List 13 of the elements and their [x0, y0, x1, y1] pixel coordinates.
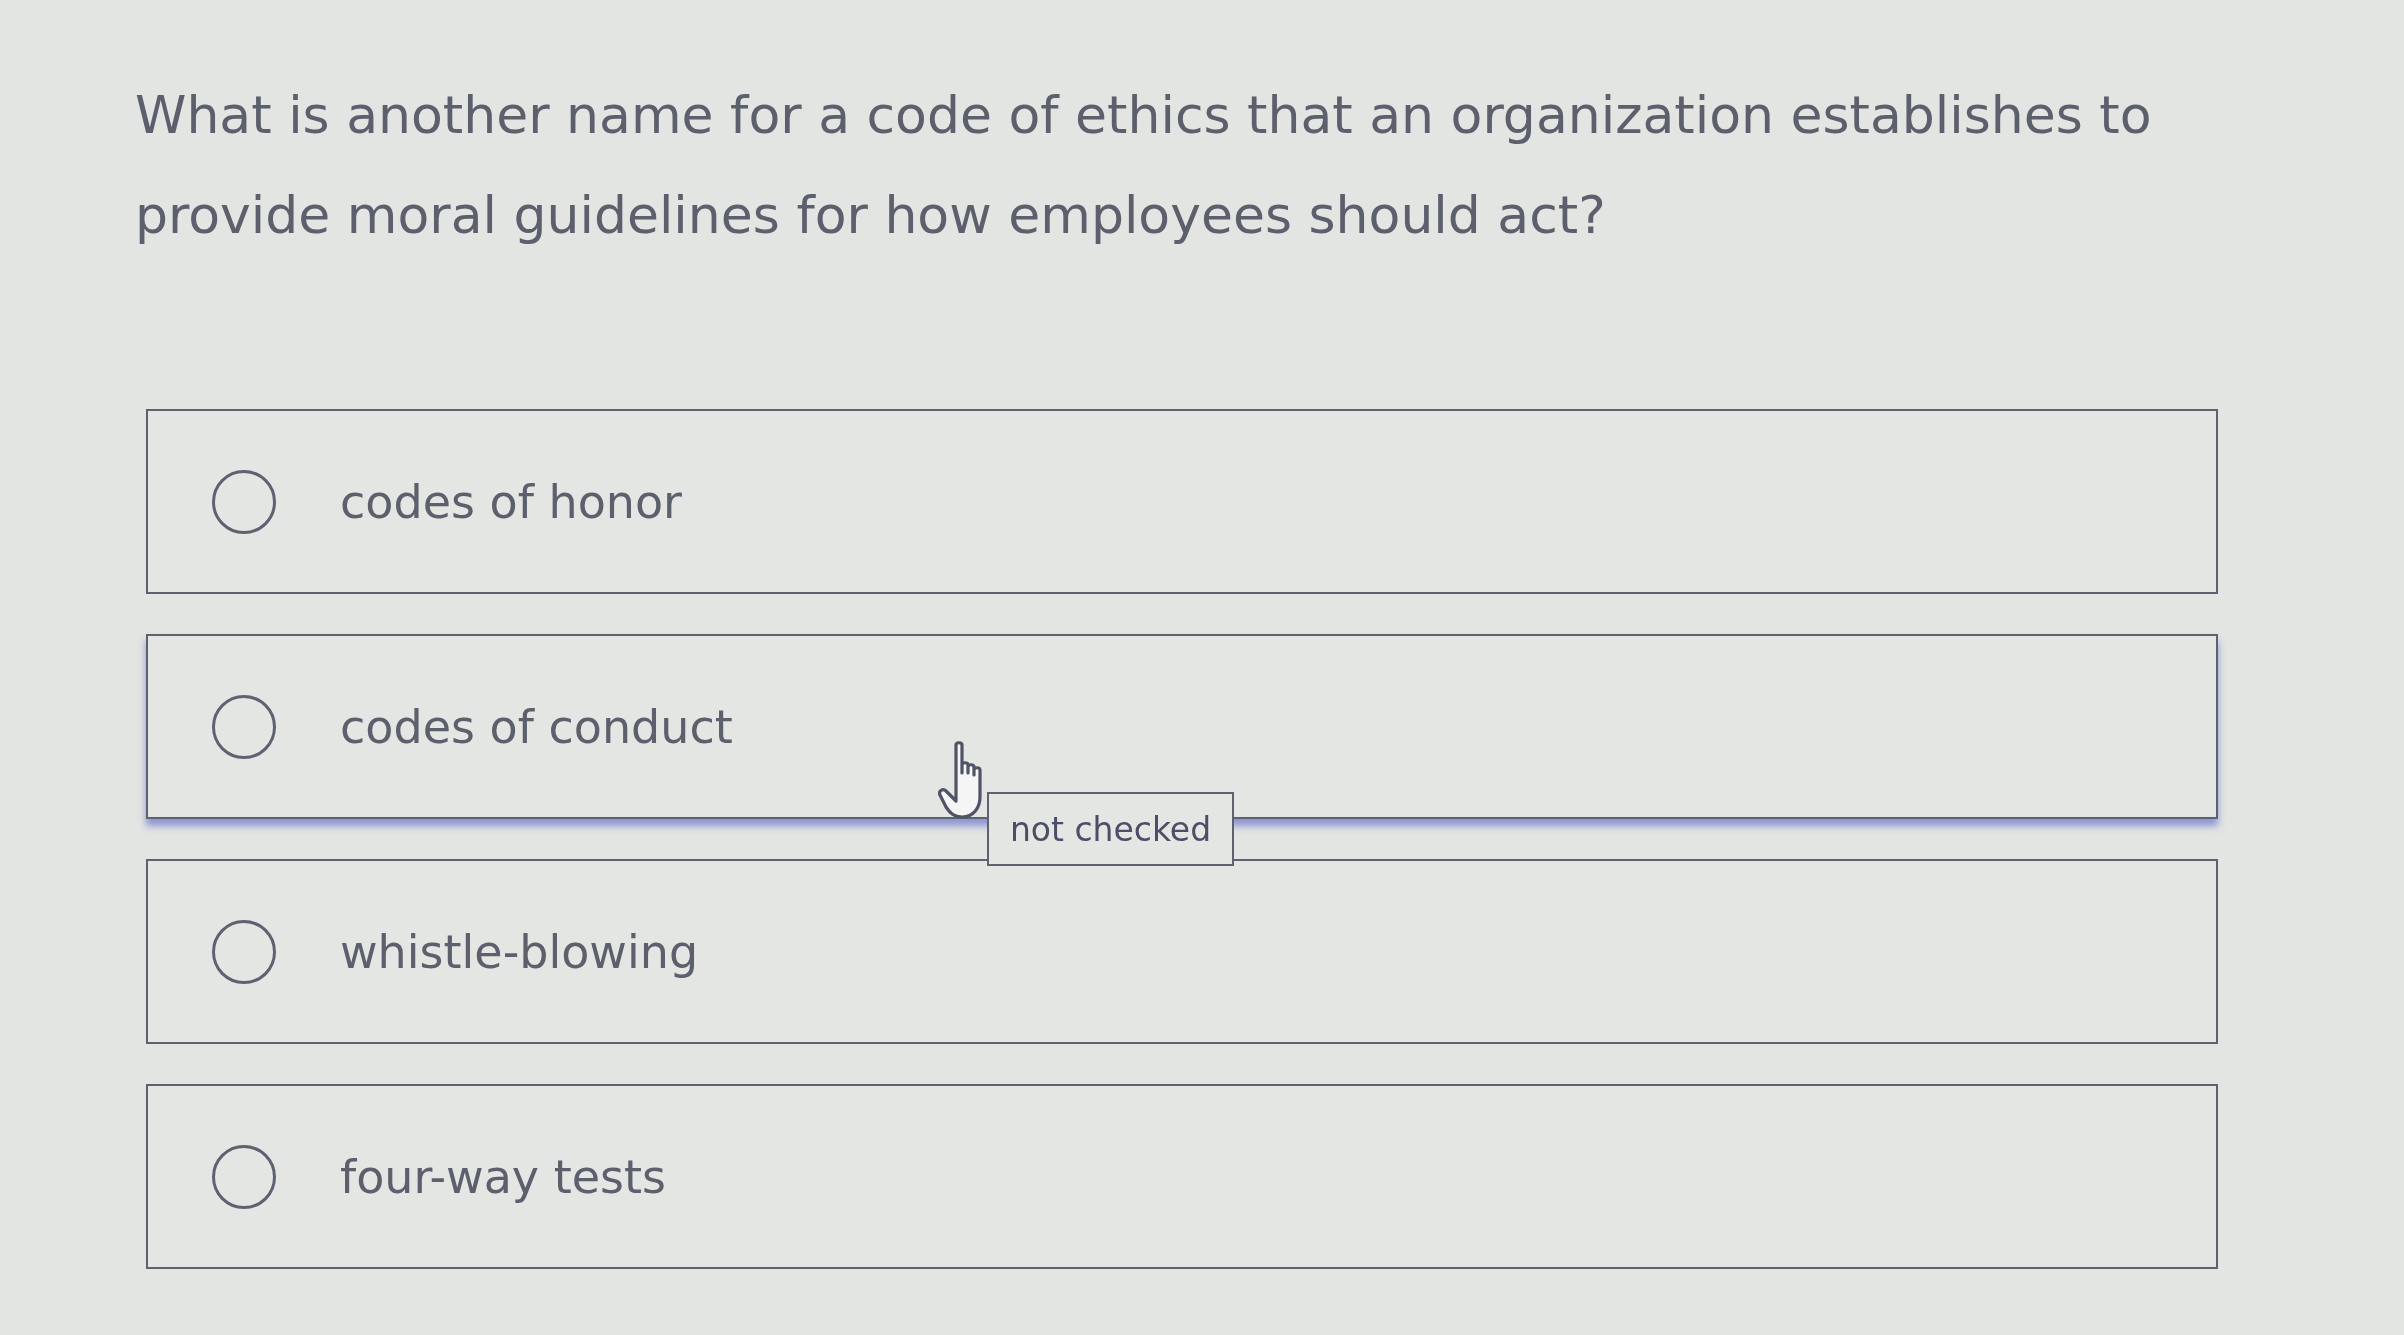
tooltip: not checked	[987, 792, 1234, 866]
radio-button[interactable]	[212, 469, 276, 534]
option-label: four-way tests	[340, 1149, 667, 1204]
question-text: What is another name for a code of ethics that an organization establishes to provide moral guidelines for how employees should act?	[135, 84, 2153, 247]
answer-option[interactable]: whistle-blowing	[146, 859, 2218, 1044]
answer-option[interactable]: four-way tests	[146, 1084, 2218, 1269]
option-label: whistle-blowing	[340, 924, 699, 979]
radio-button[interactable]	[212, 919, 276, 984]
radio-button[interactable]	[212, 694, 276, 759]
option-label: codes of conduct	[340, 699, 733, 754]
radio-button[interactable]	[212, 1144, 276, 1209]
option-label: codes of honor	[340, 474, 682, 529]
answer-option[interactable]: codes of honor	[146, 409, 2218, 594]
